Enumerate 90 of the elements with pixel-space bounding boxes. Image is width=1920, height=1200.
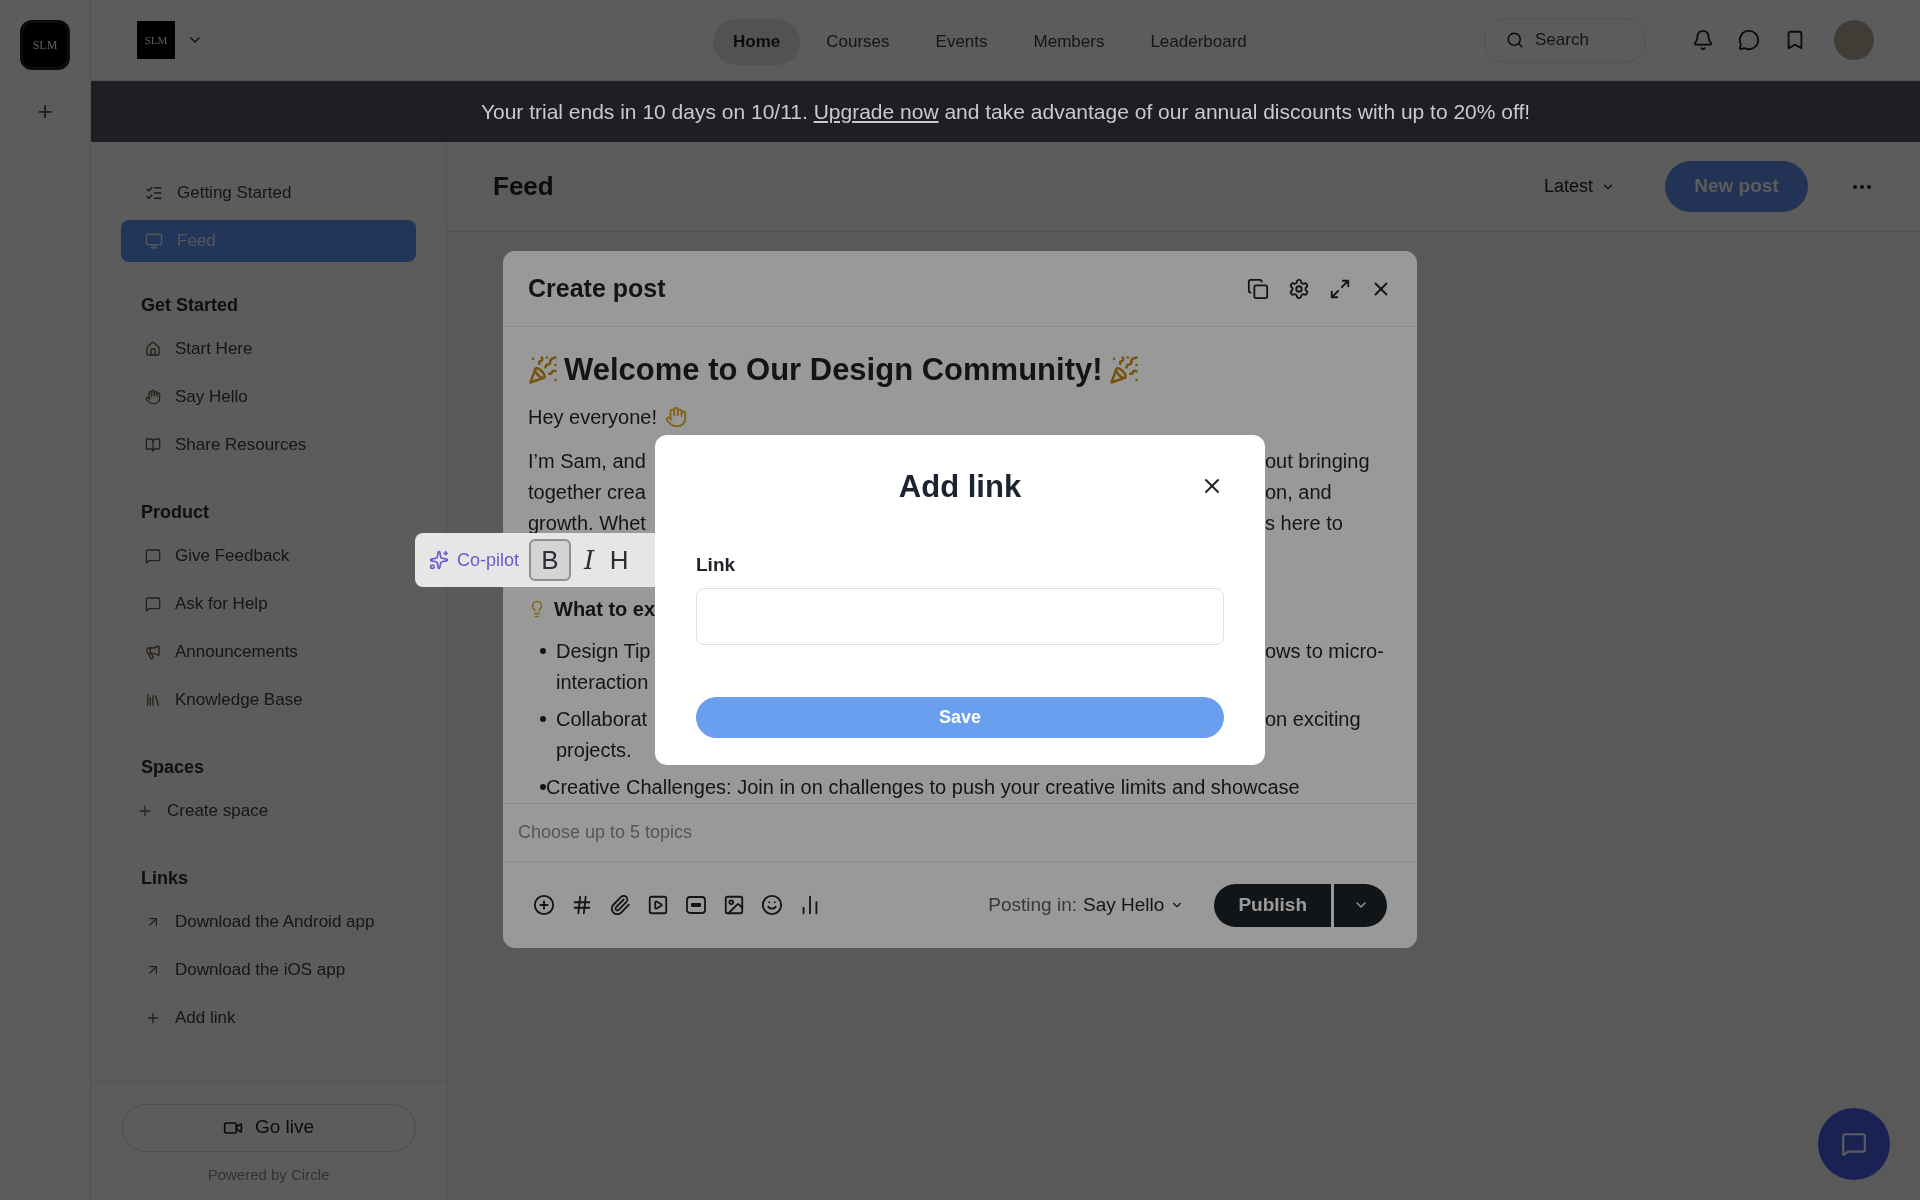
modal-title: Create post bbox=[528, 272, 666, 304]
paperclip-icon[interactable] bbox=[609, 894, 631, 916]
post-text: together crea bbox=[528, 481, 646, 503]
topics-field[interactable]: Choose up to 5 topics bbox=[518, 819, 1402, 846]
sidebar-section-title: Spaces bbox=[140, 756, 206, 779]
post-text: ows to micro- bbox=[1265, 639, 1384, 664]
post-text: Collaborat bbox=[556, 707, 648, 732]
post-text: out bringing bbox=[1265, 449, 1370, 474]
sort-dropdown[interactable]: Latest bbox=[1543, 173, 1615, 200]
sidebar-item[interactable]: Download the iOS app bbox=[121, 946, 416, 994]
sidebar-item[interactable]: Announcements bbox=[121, 628, 416, 676]
smiley-icon[interactable] bbox=[761, 894, 783, 916]
hashtag-icon[interactable] bbox=[571, 894, 593, 916]
format-button[interactable]: H bbox=[607, 539, 632, 581]
sidebar-item[interactable]: Ask for Help bbox=[121, 580, 416, 628]
post-subheading: What to ex bbox=[554, 596, 656, 622]
space-logo[interactable]: SLM bbox=[137, 21, 175, 59]
trial-message: Your trial ends in 10 days on 10/11. Upgrade now and take advantage of our annual discounts with up to 20% off! bbox=[480, 98, 1531, 125]
post-text: s here to bbox=[1265, 511, 1343, 536]
post-text: interaction bbox=[556, 670, 649, 695]
nav-link[interactable]: Events bbox=[915, 19, 1008, 65]
sidebar-section-title: Links bbox=[140, 867, 189, 890]
post-text: Creative Challenges: Join in on challenges to push your creative limits and showcase bbox=[546, 775, 1300, 800]
item-icon bbox=[145, 644, 161, 660]
bullet-icon bbox=[540, 648, 546, 654]
sparkles-icon bbox=[429, 550, 449, 570]
search-field[interactable]: Search bbox=[1484, 17, 1646, 63]
space-dropdown[interactable]: Say Hello bbox=[1083, 890, 1185, 920]
settings-icon[interactable] bbox=[1288, 277, 1310, 300]
post-text: on exciting bbox=[1265, 707, 1361, 732]
post-text: Hey everyone! bbox=[528, 404, 657, 430]
sidebar-section-title: Product bbox=[140, 501, 210, 524]
search-icon bbox=[1506, 30, 1524, 49]
party-popper-icon bbox=[528, 355, 558, 386]
item-icon bbox=[145, 548, 161, 564]
item-icon bbox=[137, 803, 153, 819]
video-icon[interactable] bbox=[647, 894, 669, 916]
item-icon bbox=[145, 437, 161, 453]
image-icon[interactable] bbox=[723, 894, 745, 916]
item-icon bbox=[145, 341, 161, 357]
expand-icon[interactable] bbox=[1329, 277, 1351, 300]
post-heading: Welcome to Our Design Community! bbox=[564, 351, 1103, 389]
sidebar-item[interactable]: Knowledge Base bbox=[121, 676, 416, 724]
bell-icon[interactable] bbox=[1692, 29, 1714, 51]
nav-link[interactable]: Leaderboard bbox=[1130, 19, 1267, 65]
item-icon bbox=[145, 692, 161, 708]
checklist-icon bbox=[145, 184, 163, 202]
link-field[interactable] bbox=[696, 587, 1224, 645]
bullet-icon bbox=[540, 716, 546, 722]
sidebar-item[interactable]: Add link bbox=[121, 994, 416, 1042]
duplicate-icon[interactable] bbox=[1247, 277, 1269, 300]
publish-button[interactable]: Publish bbox=[1214, 883, 1331, 927]
post-text: projects. bbox=[556, 738, 632, 763]
sidebar-item[interactable]: Download the Android app bbox=[121, 898, 416, 946]
publish-options-button[interactable] bbox=[1334, 883, 1387, 927]
dialog-title: Add link bbox=[898, 467, 1022, 506]
sidebar-item[interactable]: Say Hello bbox=[121, 373, 416, 421]
sidebar-item[interactable]: Start Here bbox=[121, 325, 416, 373]
copilot-button[interactable]: Co-pilot bbox=[429, 546, 524, 574]
item-icon bbox=[145, 596, 161, 612]
item-icon bbox=[145, 1010, 161, 1026]
format-button[interactable]: I bbox=[577, 539, 602, 581]
post-text: on, and bbox=[1265, 480, 1332, 505]
sidebar-section-title: Get Started bbox=[140, 294, 240, 317]
format-button[interactable]: B bbox=[529, 539, 572, 581]
post-text: Design Tip bbox=[556, 639, 651, 664]
party-popper-icon bbox=[1108, 355, 1139, 386]
nav-link[interactable]: Members bbox=[1013, 19, 1125, 65]
add-community-button[interactable]: + bbox=[37, 98, 53, 124]
upgrade-link[interactable]: Upgrade now bbox=[813, 99, 939, 123]
community-logo[interactable]: SLM bbox=[20, 20, 70, 70]
sidebar-item[interactable]: Create space bbox=[121, 787, 416, 835]
bullet-icon bbox=[540, 784, 546, 790]
sidebar-item[interactable]: Give Feedback bbox=[121, 532, 416, 580]
nav-link[interactable]: Home bbox=[713, 19, 801, 65]
chat-icon[interactable] bbox=[1738, 29, 1760, 51]
sidebar-item[interactable]: Getting Started bbox=[121, 172, 416, 214]
sidebar-item[interactable]: Share Resources bbox=[121, 421, 416, 469]
field-label: Link bbox=[696, 553, 737, 577]
monitor-icon bbox=[145, 232, 163, 250]
item-icon bbox=[145, 389, 161, 405]
post-text: growth. Whet bbox=[528, 512, 646, 534]
chat-icon bbox=[1841, 1131, 1867, 1157]
post-text: I’m Sam, and bbox=[528, 450, 646, 472]
posting-in-label: Posting in: bbox=[988, 892, 1078, 917]
nav-link[interactable]: Courses bbox=[806, 19, 910, 65]
add-circle-icon[interactable] bbox=[533, 894, 555, 916]
page-title: Feed bbox=[493, 170, 554, 203]
save-button[interactable]: Save bbox=[696, 696, 1224, 738]
waving-hand-icon bbox=[664, 405, 687, 428]
